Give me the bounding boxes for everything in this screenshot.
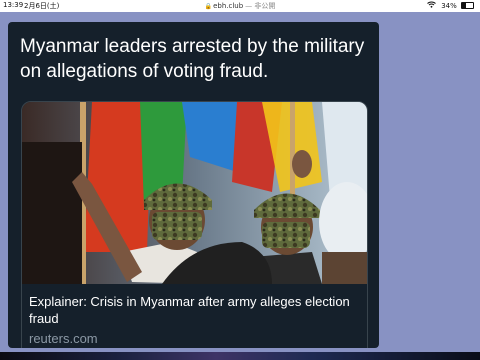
battery-fill xyxy=(462,3,466,8)
status-bar: 13:39 2月6日(土) 🔒ebh.club — 非公開 34% xyxy=(0,0,480,12)
tweet-card[interactable]: Myanmar leaders arrested by the military… xyxy=(8,22,379,348)
link-card[interactable]: Explainer: Crisis in Myanmar after army … xyxy=(21,101,368,348)
battery-percent: 34% xyxy=(441,2,457,10)
address-privacy: — 非公開 xyxy=(245,2,276,10)
page-content: Myanmar leaders arrested by the military… xyxy=(0,12,480,352)
link-title: Explainer: Crisis in Myanmar after army … xyxy=(29,294,350,326)
link-domain: reuters.com xyxy=(29,331,98,346)
news-photo xyxy=(22,102,367,284)
tweet-text: Myanmar leaders arrested by the military… xyxy=(20,36,365,82)
status-right: 34% xyxy=(427,1,474,10)
wifi-icon xyxy=(427,1,436,10)
address-bar[interactable]: 🔒ebh.club — 非公開 xyxy=(0,1,480,11)
bottom-strip xyxy=(0,352,480,360)
battery-icon xyxy=(461,2,474,9)
address-url: ebh.club xyxy=(213,2,244,10)
lock-icon: 🔒 xyxy=(204,3,213,10)
